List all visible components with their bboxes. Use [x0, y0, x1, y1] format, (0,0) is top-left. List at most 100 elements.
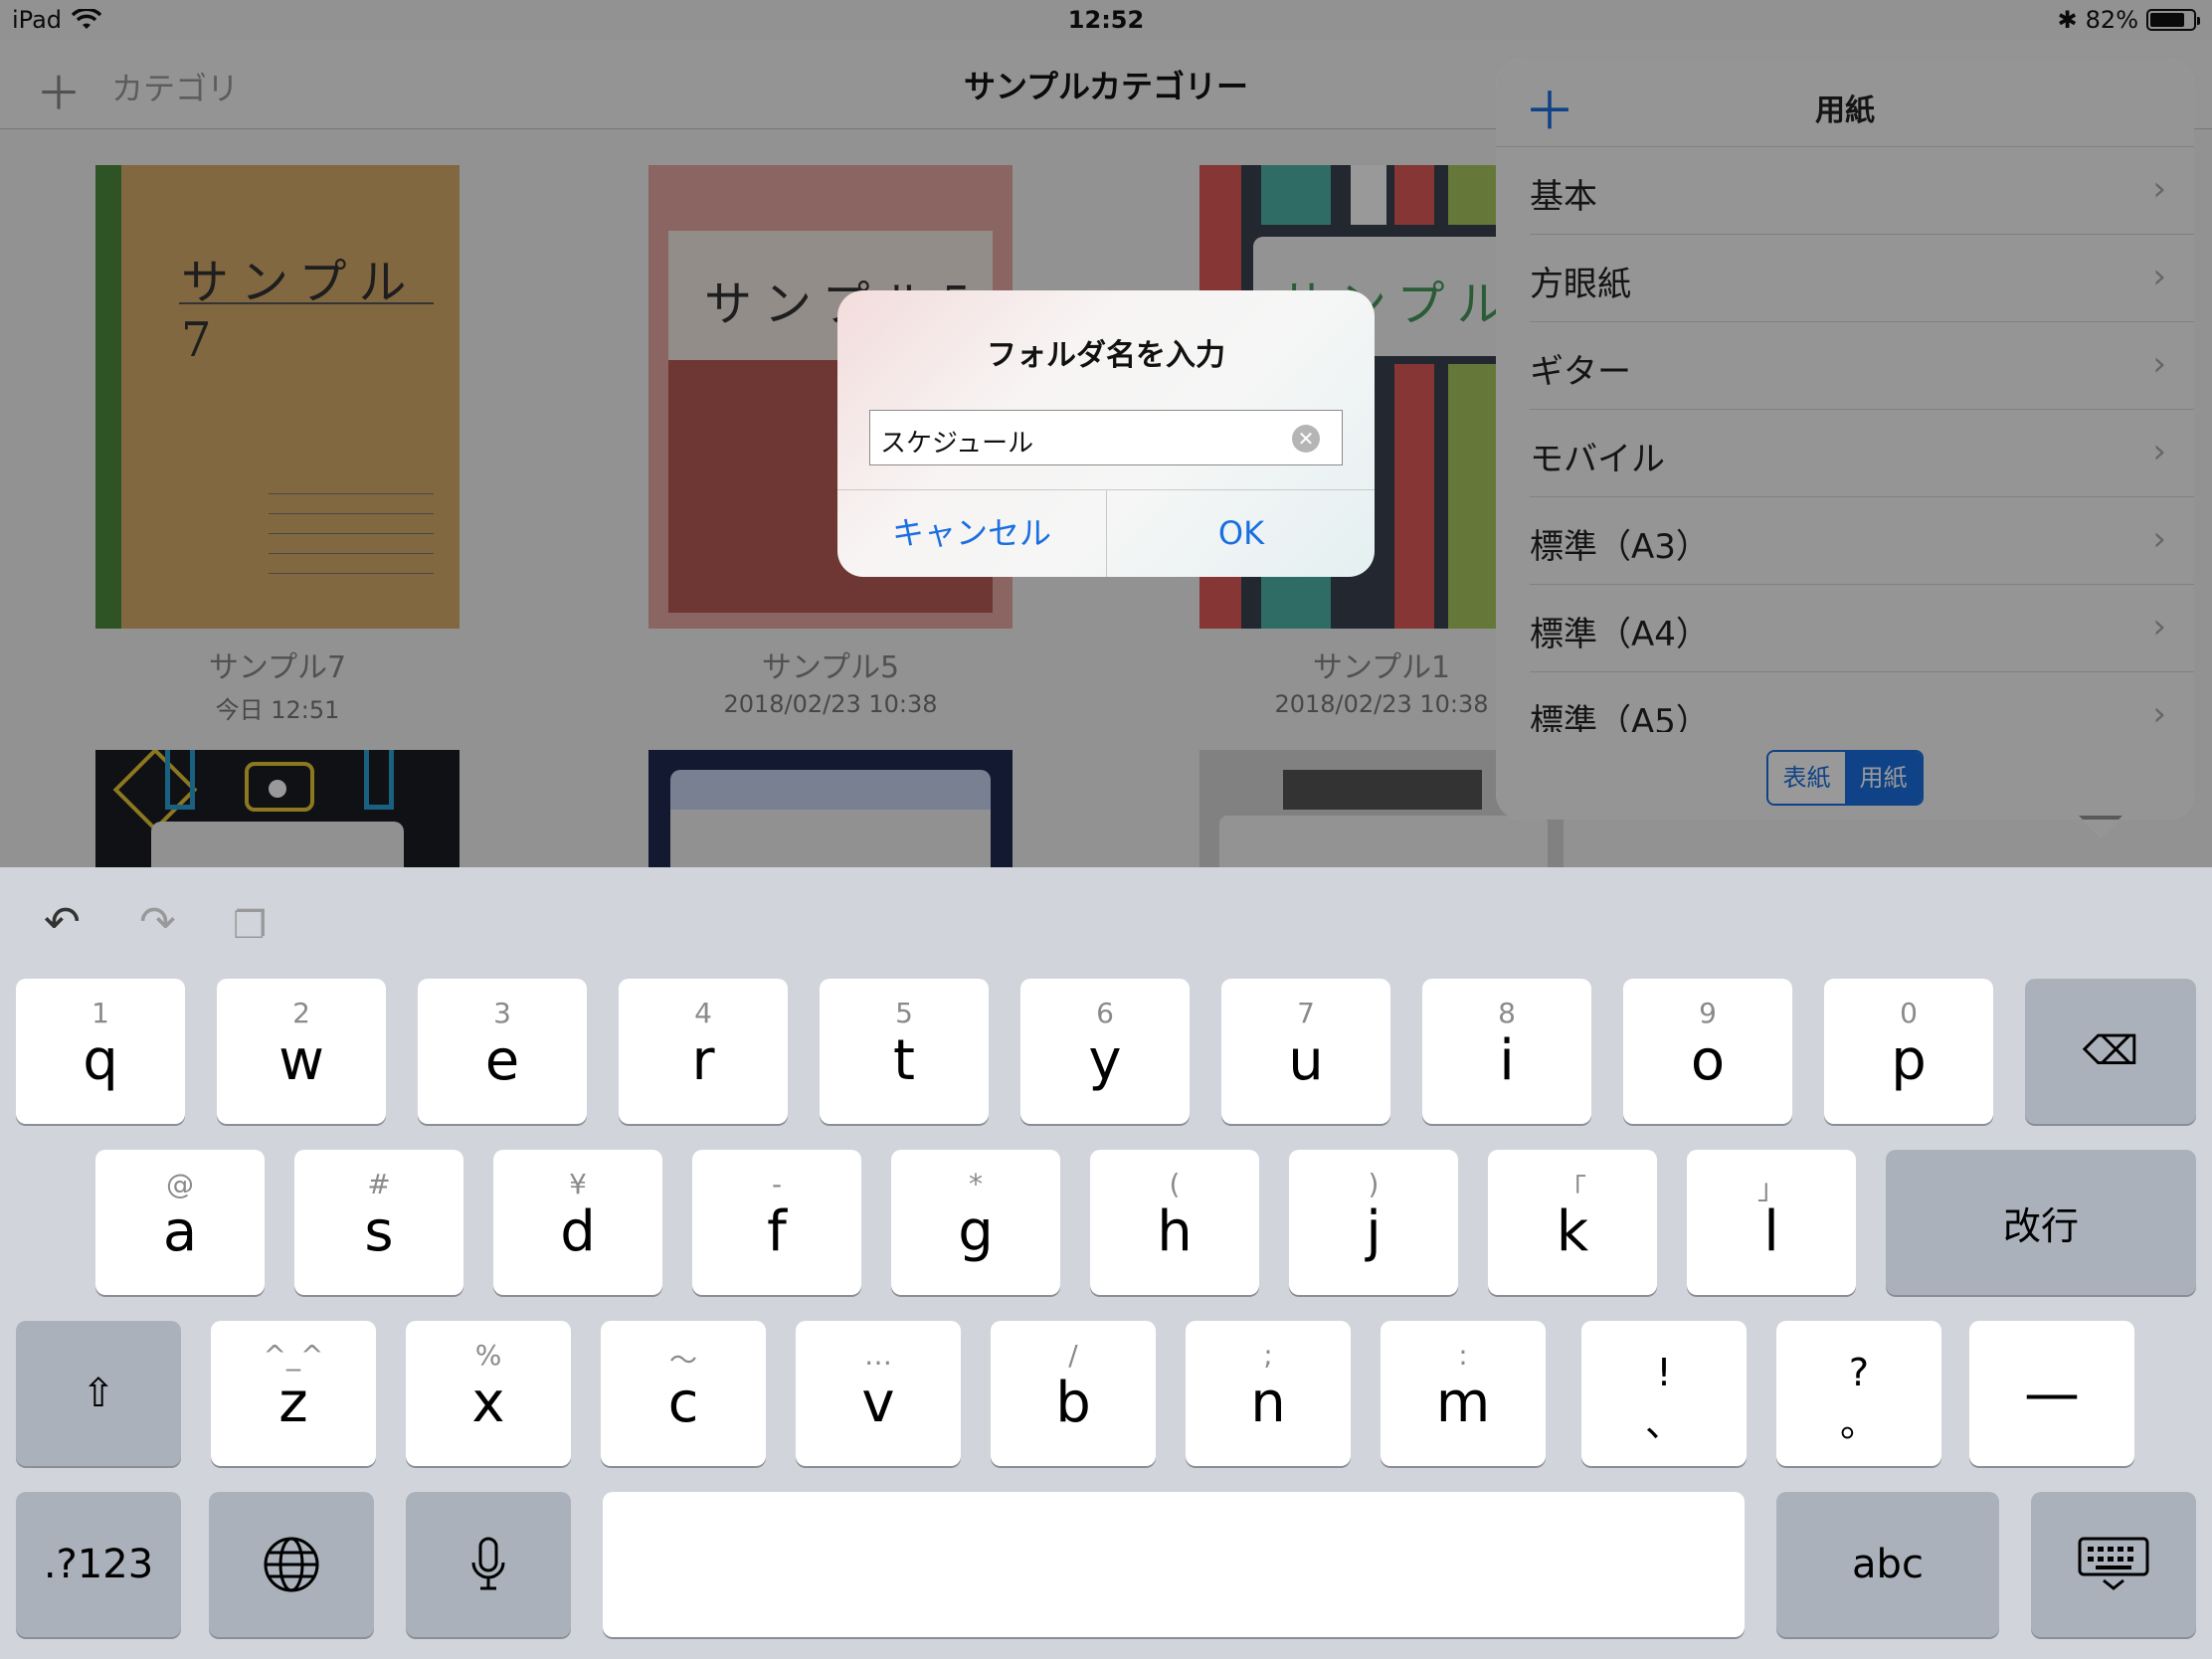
microphone-icon	[406, 1492, 571, 1637]
key-hint: *	[969, 1168, 983, 1200]
key-b[interactable]: / b	[991, 1321, 1156, 1466]
key-label: v	[861, 1371, 895, 1435]
key-label: a	[162, 1199, 198, 1264]
delete-key[interactable]: ⌫	[2025, 979, 2196, 1124]
key-label: q	[83, 1028, 118, 1093]
key-hint: 9	[1699, 997, 1717, 1029]
key-hint: %	[474, 1339, 502, 1372]
key-label: l	[1763, 1199, 1779, 1264]
key-label: r	[691, 1028, 715, 1093]
key-hint: 3	[493, 997, 511, 1029]
folder-name-alert: フォルダ名を入力 スケジュール ✕ キャンセル OK	[837, 290, 1375, 577]
key-label: x	[471, 1371, 505, 1435]
key-label: m	[1435, 1371, 1491, 1435]
question-period-key[interactable]: ? 。	[1776, 1321, 1941, 1466]
key-hint: @	[166, 1168, 194, 1200]
key-u[interactable]: 7u	[1221, 979, 1390, 1124]
alert-title: フォルダ名を入力	[987, 338, 1225, 373]
key-hint: 6	[1096, 997, 1114, 1029]
key-n[interactable]: ; n	[1186, 1321, 1351, 1466]
key-hint: -	[771, 1168, 783, 1200]
key-z[interactable]: ^_^ z	[211, 1321, 376, 1466]
key-y[interactable]: 6y	[1020, 979, 1190, 1124]
key-label: g	[958, 1199, 994, 1264]
key-label: y	[1088, 1028, 1122, 1093]
key-hint: 2	[292, 997, 310, 1029]
key-h[interactable]: (h	[1090, 1150, 1259, 1295]
key-p[interactable]: 0p	[1824, 979, 1993, 1124]
microphone-key[interactable]	[406, 1492, 571, 1637]
key-label: c	[667, 1371, 699, 1435]
key-hint: :	[1458, 1339, 1468, 1372]
key-label: z	[278, 1371, 308, 1435]
key-e[interactable]: 3e	[418, 979, 587, 1124]
key-hint: 0	[1900, 997, 1918, 1029]
keyboard-toolbar: ↶ ↷ ❐	[0, 867, 2212, 977]
key-label: t	[893, 1028, 915, 1093]
key-x[interactable]: % x	[406, 1321, 571, 1466]
numbers-key[interactable]: .?123	[16, 1492, 181, 1637]
cancel-button[interactable]: キャンセル	[837, 489, 1106, 577]
key-hint: /	[1068, 1339, 1078, 1372]
space-key[interactable]	[603, 1492, 1745, 1637]
key-t[interactable]: 5t	[820, 979, 989, 1124]
shift-key[interactable]: ⇧	[16, 1321, 181, 1466]
key-r[interactable]: 4r	[619, 979, 788, 1124]
key-f[interactable]: -f	[692, 1150, 861, 1295]
undo-icon[interactable]: ↶	[44, 897, 81, 948]
key-hint: 1	[92, 997, 109, 1029]
folder-name-value: スケジュール	[880, 429, 1034, 459]
key-hint: 5	[895, 997, 913, 1029]
key-hint: )	[1368, 1168, 1380, 1200]
key-label: e	[484, 1028, 520, 1093]
key-label: u	[1288, 1028, 1324, 1093]
key-q[interactable]: 1q	[16, 979, 185, 1124]
key-label: s	[364, 1199, 394, 1264]
key-label: i	[1499, 1028, 1515, 1093]
key-s[interactable]: # s	[294, 1150, 463, 1295]
key-hint: …	[864, 1339, 892, 1372]
exclamation-comma-key[interactable]: ! 、	[1581, 1321, 1747, 1466]
key-hint: ¥	[569, 1168, 587, 1200]
key-w[interactable]: 2w	[217, 979, 386, 1124]
abc-key[interactable]: abc	[1776, 1492, 1999, 1637]
key-hint: (	[1169, 1168, 1181, 1200]
key-m[interactable]: :m	[1381, 1321, 1546, 1466]
clear-text-icon[interactable]: ✕	[1292, 425, 1320, 453]
key-label: b	[1055, 1371, 1091, 1435]
dismiss-keyboard-key[interactable]	[2031, 1492, 2196, 1637]
key-label: j	[1366, 1199, 1382, 1264]
key-k[interactable]: 「k	[1488, 1150, 1657, 1295]
key-a[interactable]: @ a	[95, 1150, 265, 1295]
keyboard-dismiss-icon	[2031, 1492, 2196, 1637]
clipboard-icon[interactable]: ❐	[233, 903, 267, 947]
key-hint: 8	[1498, 997, 1516, 1029]
popover-arrow-dim	[2079, 816, 2122, 837]
key-c[interactable]: 〜 c	[601, 1321, 766, 1466]
key-j[interactable]: ) j	[1289, 1150, 1458, 1295]
ok-button[interactable]: OK	[1107, 489, 1375, 577]
key-label: k	[1556, 1199, 1589, 1264]
key-label: o	[1690, 1028, 1726, 1093]
key-hint: ;	[1263, 1339, 1273, 1372]
key-o[interactable]: 9o	[1623, 979, 1792, 1124]
return-key[interactable]: 改行	[1886, 1150, 2196, 1295]
key-label: n	[1250, 1371, 1286, 1435]
redo-icon[interactable]: ↷	[139, 897, 176, 948]
keyboard: ↶ ↷ ❐ 1q2w3e4r5t6y7u8i9o0p @ a # s ¥ d - f * g(h)…	[0, 867, 2212, 1659]
key-label: h	[1157, 1199, 1193, 1264]
key-hint: 4	[694, 997, 712, 1029]
delete-icon: ⌫	[2082, 1028, 2139, 1074]
key-g[interactable]: * g	[891, 1150, 1060, 1295]
dash-key[interactable]: —	[1969, 1321, 2134, 1466]
globe-key[interactable]	[209, 1492, 374, 1637]
globe-icon	[209, 1492, 374, 1637]
folder-name-input[interactable]: スケジュール ✕	[869, 410, 1343, 465]
key-d[interactable]: ¥ d	[493, 1150, 662, 1295]
key-label: w	[278, 1028, 324, 1093]
key-v[interactable]: … v	[796, 1321, 961, 1466]
key-l[interactable]: 」 l	[1687, 1150, 1856, 1295]
popover-dim-overlay	[1496, 60, 2194, 820]
key-label: d	[560, 1199, 596, 1264]
key-i[interactable]: 8i	[1422, 979, 1591, 1124]
